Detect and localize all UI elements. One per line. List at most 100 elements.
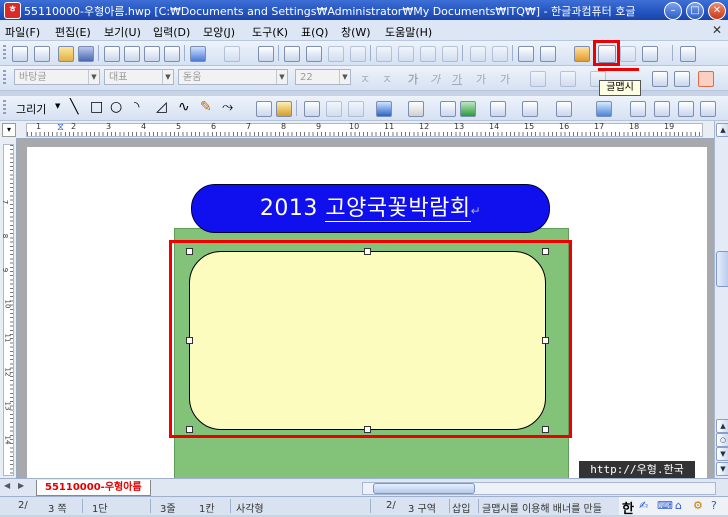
- ruler-corner-icon[interactable]: ▾: [2, 123, 16, 137]
- tab-next-icon[interactable]: ▶: [18, 481, 24, 490]
- menu-table[interactable]: 표(Q): [301, 24, 328, 40]
- horizontal-ruler[interactable]: ▾ 1 2 3 4 5 6 7 8 9 10 11 12 13 14 15 16…: [0, 121, 714, 139]
- vertical-ruler[interactable]: 7 8 9 10 11 12 13 14: [0, 138, 17, 478]
- keyboard-icon[interactable]: ⌨: [657, 499, 673, 512]
- flip-tool-icon[interactable]: [348, 101, 364, 117]
- maximize-button[interactable]: □: [686, 2, 704, 20]
- align-justify-icon[interactable]: [698, 71, 714, 87]
- align-objects-icon[interactable]: [678, 101, 694, 117]
- doc-close-icon[interactable]: ✕: [712, 23, 722, 37]
- page-up-icon[interactable]: ▲: [716, 419, 728, 433]
- horizontal-scrollbar[interactable]: [362, 482, 716, 495]
- rotate-tool-icon[interactable]: [326, 101, 342, 117]
- tool-f-icon[interactable]: [492, 46, 508, 62]
- scroll-up-icon[interactable]: ▲: [716, 123, 728, 137]
- textbox-icon[interactable]: [256, 101, 272, 117]
- fax-icon[interactable]: [164, 46, 180, 62]
- title-banner[interactable]: 2013 고양국꽃박람회↵: [191, 184, 550, 233]
- find-next-icon[interactable]: ○: [716, 433, 728, 447]
- save-icon[interactable]: [78, 46, 94, 62]
- align-left-icon[interactable]: [652, 71, 668, 87]
- arc-tool-icon[interactable]: ◝: [134, 99, 139, 115]
- pencil-tool-icon[interactable]: ✎: [200, 99, 212, 115]
- font-group-select[interactable]: 대표 ▼: [104, 69, 174, 85]
- distribute-icon[interactable]: [700, 101, 716, 117]
- menu-format[interactable]: 모양(J): [203, 24, 235, 40]
- rectangle-tool-icon[interactable]: □: [90, 99, 103, 115]
- arrow-style-icon[interactable]: [556, 101, 572, 117]
- copy-icon[interactable]: [306, 46, 322, 62]
- sup-icon[interactable]: 가: [476, 71, 486, 87]
- underline-icon[interactable]: 가: [452, 71, 462, 87]
- close-button[interactable]: ✕: [708, 2, 726, 20]
- picture-icon[interactable]: [518, 46, 534, 62]
- menu-view[interactable]: 보기(U): [104, 24, 141, 40]
- fill-color-icon[interactable]: [408, 101, 424, 117]
- grid-icon[interactable]: [680, 46, 696, 62]
- line-style-icon[interactable]: [490, 101, 506, 117]
- settings-icon[interactable]: ⚙: [693, 499, 703, 512]
- toolbar-grip-icon[interactable]: [3, 45, 6, 61]
- italic-icon[interactable]: 가: [430, 71, 440, 87]
- send-back-icon[interactable]: [460, 101, 476, 117]
- tool-c-icon[interactable]: [420, 46, 436, 62]
- new-doc-icon[interactable]: [12, 46, 28, 62]
- curve-tool-icon[interactable]: ∿: [178, 99, 190, 115]
- size-down-icon[interactable]: ㅈ: [382, 71, 392, 87]
- tool-e-icon[interactable]: [470, 46, 486, 62]
- color-icon[interactable]: 가: [500, 71, 510, 87]
- tool-d-icon[interactable]: [442, 46, 458, 62]
- paste-icon[interactable]: [328, 46, 344, 62]
- font-select[interactable]: 돋움 ▼: [178, 69, 288, 85]
- ellipse-tool-icon[interactable]: ○: [110, 99, 122, 115]
- polygon-tool-icon[interactable]: ◿: [156, 99, 167, 115]
- font-size-select[interactable]: 22 ▼: [295, 69, 351, 85]
- size-up-icon[interactable]: ㅈ: [360, 71, 370, 87]
- status-mode[interactable]: 삽입: [452, 500, 470, 515]
- page-icon[interactable]: [144, 46, 160, 62]
- scroll-down-icon[interactable]: ▼: [716, 462, 728, 476]
- ungroup-icon[interactable]: [654, 101, 670, 117]
- dash-style-icon[interactable]: [522, 101, 538, 117]
- line-color-icon[interactable]: [376, 101, 392, 117]
- tool-a-icon[interactable]: [376, 46, 392, 62]
- open-folder-icon[interactable]: [58, 46, 74, 62]
- hanja-icon[interactable]: ✍: [639, 499, 648, 512]
- undo-icon[interactable]: [190, 46, 206, 62]
- symbol-icon[interactable]: [642, 46, 658, 62]
- select-tool-icon[interactable]: [304, 101, 320, 117]
- image-tool-icon[interactable]: [276, 101, 292, 117]
- indent-marker-icon[interactable]: ⧖: [57, 122, 64, 133]
- scroll-thumb[interactable]: [716, 251, 728, 287]
- vertical-scrollbar[interactable]: ▲ ▲ ○ ▼ ▼: [714, 121, 728, 478]
- draw-menu-label[interactable]: 그리기: [16, 101, 46, 117]
- soft-keyboard-icon[interactable]: ⌂: [675, 499, 682, 512]
- bring-front-icon[interactable]: [440, 101, 456, 117]
- connector-tool-icon[interactable]: ⤳: [222, 99, 233, 115]
- chevron-down-icon[interactable]: ▼: [55, 102, 60, 110]
- chart-icon[interactable]: [574, 46, 590, 62]
- ime-mode-icon[interactable]: 한: [622, 498, 634, 517]
- page-down-icon[interactable]: ▼: [716, 447, 728, 461]
- minimize-button[interactable]: –: [664, 2, 682, 20]
- menu-window[interactable]: 창(W): [341, 24, 371, 40]
- format-copy-icon[interactable]: [350, 46, 366, 62]
- line-tool-icon[interactable]: ╲: [70, 99, 78, 115]
- redo-icon[interactable]: [224, 46, 240, 62]
- toolbar-grip-icon[interactable]: [3, 70, 6, 86]
- align-center-icon[interactable]: [674, 71, 690, 87]
- tab-prev-icon[interactable]: ◀: [4, 481, 10, 490]
- tool-b-icon[interactable]: [398, 46, 414, 62]
- shadow-icon[interactable]: [596, 101, 612, 117]
- find-icon[interactable]: [258, 46, 274, 62]
- hscroll-thumb[interactable]: [373, 483, 475, 494]
- bold-icon[interactable]: 가: [408, 71, 418, 87]
- line-spacing-icon[interactable]: [560, 71, 576, 87]
- group-icon[interactable]: [630, 101, 646, 117]
- cut-icon[interactable]: [284, 46, 300, 62]
- menu-edit[interactable]: 편집(E): [55, 24, 91, 40]
- preview-icon[interactable]: [124, 46, 140, 62]
- table-icon[interactable]: [540, 46, 556, 62]
- print-icon[interactable]: [104, 46, 120, 62]
- tool-g-icon[interactable]: [620, 46, 636, 62]
